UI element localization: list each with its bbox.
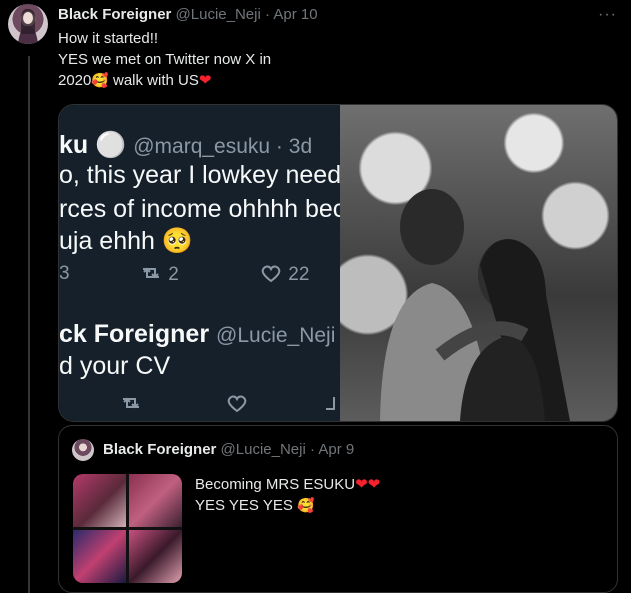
screenshot-like-2 (225, 393, 249, 413)
screenshot-handle: @marq_esuku · 3d (133, 135, 313, 158)
tweet-line-1: How it started!! (58, 30, 159, 47)
screenshot-row-4-text: uja ehhh (59, 227, 155, 255)
retweet-icon (143, 267, 159, 279)
media-attachment[interactable]: ku ⚪ @marq_esuku · 3d o, this year I low… (58, 104, 618, 422)
tweet-line-3-text: 2020 (58, 72, 92, 89)
screenshot-reply-2-name: ck Foreigner (59, 320, 210, 348)
quote-author-name: Black Foreigner (103, 441, 217, 458)
couple-silhouette (380, 189, 570, 421)
quote-photo-4 (129, 530, 182, 583)
screenshot-row-3: rces of income ohhhh bec (59, 195, 340, 223)
quote-line-2: YES YES YES 🥰 (195, 495, 380, 516)
quote-avatar (72, 439, 94, 461)
smiling-face-hearts-icon: 🥰 (91, 72, 109, 88)
tweet-text: How it started!! YES we met on Twitter n… (58, 28, 271, 91)
avatar-image (18, 8, 38, 44)
quote-photo-2 (129, 474, 182, 527)
screenshot-reply-2-header: ck Foreigner @Lucie_Neji (59, 320, 335, 349)
red-heart-icon: ❤❤ (355, 476, 381, 493)
author-name[interactable]: Black Foreigner (58, 6, 171, 23)
quote-line-2-text: YES YES YES (195, 497, 293, 514)
quote-photo-1 (73, 474, 126, 527)
screenshot-row-2: o, this year I lowkey need (59, 161, 340, 189)
quote-author-handle: @Lucie_Neji (220, 441, 306, 458)
thread-line (28, 56, 30, 593)
screenshot-retweet: 2 (139, 263, 179, 286)
red-heart-icon: ❤ (198, 72, 212, 89)
quote-separator: · (310, 441, 315, 458)
screenshot-retweet-count: 2 (168, 264, 179, 285)
screenshot-like-count: 22 (288, 264, 310, 285)
screenshot-name: ku (59, 131, 89, 159)
screenshot-like: 22 (259, 263, 309, 286)
author-handle[interactable]: @Lucie_Neji (176, 6, 261, 23)
quote-date: Apr 9 (318, 441, 355, 458)
circle-icon: ⚪ (88, 131, 127, 159)
screenshot-share (324, 393, 340, 413)
screenshot-reply-2-text: d your CV (59, 352, 171, 380)
quoted-tweet[interactable]: Black Foreigner @Lucie_Neji · Apr 9 Beco… (58, 425, 618, 593)
heart-outline-icon (261, 265, 281, 283)
screenshot-row-4: uja ehhh 🥺 (59, 227, 193, 256)
quote-line-1: Becoming MRS ESUKU❤❤ (195, 474, 380, 495)
tweet-line-3: 2020🥰 walk with US❤ (58, 70, 271, 91)
tweet-line-2: YES we met on Twitter now X in (58, 51, 272, 68)
screenshot-reply-count: 3 (59, 263, 70, 284)
quote-photo-3 (73, 530, 126, 583)
screenshot-retweet-2 (119, 393, 143, 413)
tweet-line-3-suffix: walk with US (108, 72, 199, 89)
quote-photo-grid (73, 474, 182, 583)
quote-text: Becoming MRS ESUKU❤❤ YES YES YES 🥰 (195, 474, 380, 516)
tweet-header: Black Foreigner @Lucie_Neji · Apr 10 (58, 6, 318, 24)
heart-outline-icon (227, 395, 247, 413)
couple-photo (340, 105, 617, 421)
tweet-date[interactable]: Apr 10 (273, 6, 317, 23)
separator: · (265, 6, 270, 23)
screenshot-reply-2-handle: @Lucie_Neji (216, 324, 336, 347)
avatar[interactable] (8, 4, 48, 44)
quote-line-1-text: Becoming MRS ESUKU (195, 476, 356, 493)
quote-header: Black Foreigner @Lucie_Neji · Apr 9 (103, 441, 354, 459)
screenshot-image: ku ⚪ @marq_esuku · 3d o, this year I low… (59, 105, 340, 421)
screenshot-row-1: ku ⚪ @marq_esuku · 3d (59, 131, 312, 160)
more-options-icon[interactable]: ··· (598, 6, 617, 24)
share-icon (326, 397, 335, 410)
retweet-icon (123, 397, 139, 409)
pleading-face-icon: 🥺 (154, 227, 194, 255)
smiling-face-hearts-icon: 🥰 (297, 497, 315, 513)
